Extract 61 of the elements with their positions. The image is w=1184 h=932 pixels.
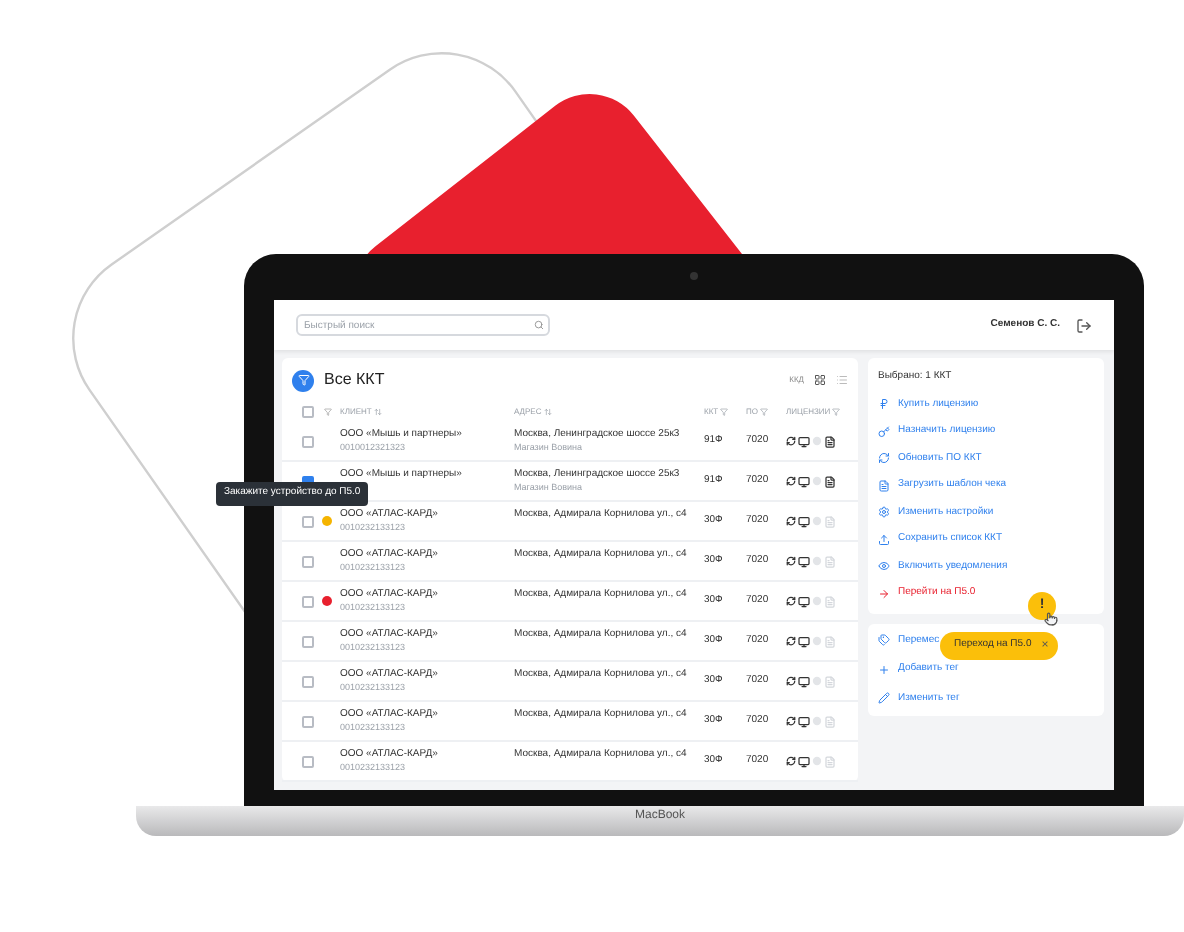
row-checkbox[interactable] bbox=[302, 515, 314, 527]
ruble-icon bbox=[878, 398, 890, 411]
circle-icon bbox=[812, 556, 822, 566]
circle-icon bbox=[812, 716, 822, 726]
refresh-icon bbox=[786, 676, 796, 686]
monitor-icon bbox=[798, 435, 810, 447]
circle-icon bbox=[812, 516, 822, 526]
logout-icon[interactable] bbox=[1076, 317, 1092, 333]
filter-badge-icon[interactable] bbox=[292, 369, 314, 391]
row-checkbox[interactable] bbox=[302, 435, 314, 447]
select-all-checkbox[interactable] bbox=[302, 406, 314, 418]
sort-icon[interactable] bbox=[543, 408, 552, 416]
monitor-icon bbox=[798, 635, 810, 647]
circle-icon bbox=[812, 436, 822, 446]
refresh-icon bbox=[786, 636, 796, 646]
circle-icon bbox=[812, 596, 822, 606]
circle-icon bbox=[812, 676, 822, 686]
monitor-icon bbox=[798, 715, 810, 727]
search-icon bbox=[534, 320, 544, 330]
refresh-icon bbox=[786, 516, 796, 526]
pencil-icon bbox=[878, 692, 890, 705]
refresh-icon bbox=[878, 452, 890, 465]
refresh-icon bbox=[786, 716, 796, 726]
row-checkbox[interactable] bbox=[302, 755, 314, 767]
row-checkbox[interactable] bbox=[302, 595, 314, 607]
circle-icon bbox=[812, 476, 822, 486]
filter-icon[interactable] bbox=[720, 408, 729, 416]
list-title: Все ККТ bbox=[324, 368, 385, 392]
filter-icon[interactable] bbox=[832, 408, 841, 416]
refresh-icon bbox=[786, 756, 796, 766]
refresh-icon bbox=[786, 436, 796, 446]
arrow-right-icon bbox=[878, 587, 890, 600]
eye-icon bbox=[878, 560, 890, 573]
monitor-icon bbox=[798, 515, 810, 527]
key-icon bbox=[878, 425, 890, 438]
monitor-icon bbox=[798, 555, 810, 567]
tags-icon bbox=[878, 634, 890, 647]
gear-icon bbox=[878, 506, 890, 519]
monitor-icon bbox=[798, 595, 810, 607]
circle-icon bbox=[812, 756, 822, 766]
row-checkbox[interactable] bbox=[302, 555, 314, 567]
row-checkbox[interactable] bbox=[302, 715, 314, 727]
hand-cursor-icon bbox=[1044, 612, 1058, 626]
monitor-icon bbox=[798, 675, 810, 687]
upload-icon bbox=[878, 533, 890, 546]
document-icon bbox=[878, 479, 890, 492]
list-view-icon[interactable] bbox=[836, 374, 848, 386]
circle-icon bbox=[812, 636, 822, 646]
row-checkbox[interactable] bbox=[302, 675, 314, 687]
monitor-icon bbox=[798, 755, 810, 767]
grid-view-icon[interactable] bbox=[814, 374, 826, 386]
refresh-icon bbox=[786, 596, 796, 606]
plus-icon bbox=[878, 663, 890, 676]
sort-icon[interactable] bbox=[373, 408, 382, 416]
refresh-icon bbox=[786, 476, 796, 486]
filter-icon[interactable] bbox=[760, 408, 768, 416]
row-checkbox[interactable] bbox=[302, 635, 314, 647]
camera-icon bbox=[690, 272, 698, 280]
monitor-icon bbox=[798, 475, 810, 487]
filter-icon[interactable] bbox=[323, 408, 331, 416]
refresh-icon bbox=[786, 556, 796, 566]
